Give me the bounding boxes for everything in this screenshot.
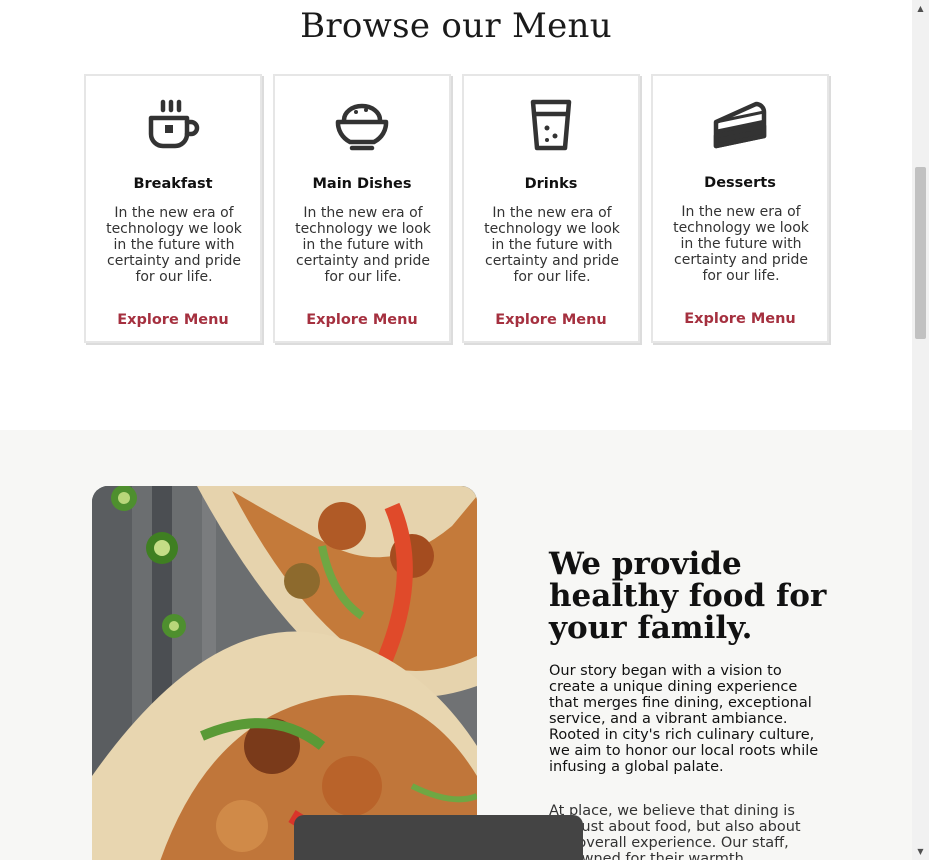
explore-menu-link-drinks[interactable]: Explore Menu xyxy=(464,312,638,328)
card-title: Drinks xyxy=(524,176,578,192)
card-description: In the new era of technology we look in … xyxy=(106,205,242,285)
menu-card-breakfast: Breakfast In the new era of technology w… xyxy=(84,74,262,343)
cake-slice-icon xyxy=(653,98,827,154)
glass-icon xyxy=(464,98,638,154)
explore-menu-link-main-dishes[interactable]: Explore Menu xyxy=(275,312,449,328)
menu-card-drinks: Drinks In the new era of technology we l… xyxy=(462,74,640,343)
page-viewport: Browse our Menu Breakfast In the new era… xyxy=(0,0,912,860)
menu-card-desserts: Desserts In the new era of technology we… xyxy=(651,74,829,343)
toast-popup xyxy=(294,815,583,860)
card-description: In the new era of technology we look in … xyxy=(673,204,809,284)
coffee-cup-icon xyxy=(86,98,260,154)
about-paragraph: Our story began with a vision to create … xyxy=(549,663,819,775)
rice-bowl-icon xyxy=(275,98,449,154)
menu-section-title: Browse our Menu xyxy=(300,6,612,46)
scroll-thumb[interactable] xyxy=(915,167,926,339)
scroll-down-arrow-icon[interactable]: ▼ xyxy=(912,843,929,860)
about-heading: We provide healthy food for your family. xyxy=(549,546,827,646)
menu-card-main-dishes: Main Dishes In the new era of technology… xyxy=(273,74,451,343)
card-title: Desserts xyxy=(704,175,776,191)
card-description: In the new era of technology we look in … xyxy=(484,205,620,285)
tacos-photo xyxy=(92,486,477,860)
about-section: We provide healthy food for your family.… xyxy=(0,430,912,860)
scroll-up-arrow-icon[interactable]: ▲ xyxy=(912,0,929,17)
explore-menu-link-desserts[interactable]: Explore Menu xyxy=(653,311,827,327)
explore-menu-link-breakfast[interactable]: Explore Menu xyxy=(86,312,260,328)
card-title: Main Dishes xyxy=(312,176,412,192)
about-paragraph-2: At place, we believe that dining is not … xyxy=(549,803,801,860)
card-description: In the new era of technology we look in … xyxy=(295,205,431,285)
vertical-scrollbar[interactable]: ▲ ▼ xyxy=(912,0,929,860)
card-title: Breakfast xyxy=(133,176,213,192)
